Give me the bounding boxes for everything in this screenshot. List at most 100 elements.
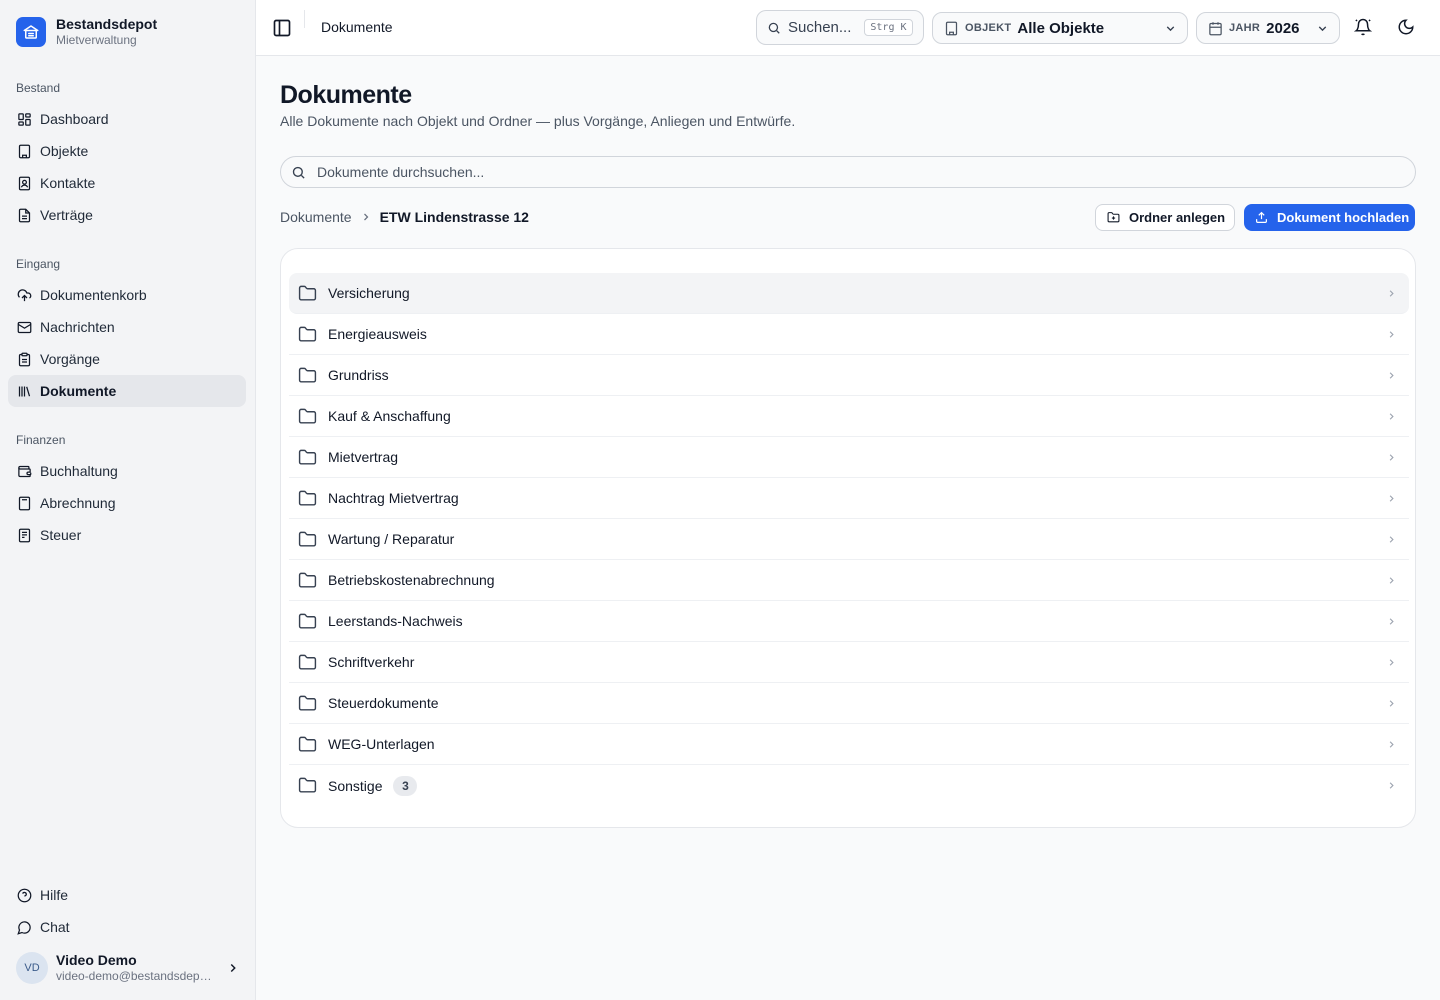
user-name: Video Demo	[56, 952, 137, 968]
folder-name: Schriftverkehr	[328, 654, 415, 670]
document-icon	[18, 208, 31, 222]
breadcrumb-current: ETW Lindenstrasse 12	[379, 209, 529, 225]
sidebar-item-label: Verträge	[40, 207, 93, 223]
folder-row[interactable]: Leerstands-Nachweis	[289, 601, 1409, 642]
folder-icon	[298, 572, 317, 588]
brand-title: Bestandsdepot	[56, 16, 158, 32]
folder-row[interactable]: Mietvertrag	[289, 437, 1409, 478]
chevron-right-icon	[363, 213, 368, 221]
search-icon	[768, 22, 780, 34]
global-search-button[interactable]: Suchen... Strg K	[756, 10, 924, 45]
folder-icon	[298, 613, 317, 629]
building-icon	[18, 144, 31, 158]
chevron-right-icon	[1389, 331, 1394, 338]
sidebar-item-label: Abrechnung	[40, 495, 116, 511]
folder-row[interactable]: Wartung / Reparatur	[289, 519, 1409, 560]
avatar: VD	[16, 952, 48, 984]
library-icon	[18, 386, 31, 396]
sidebar-item-vorgaenge[interactable]: Vorgänge	[8, 343, 246, 375]
breadcrumb-root-link[interactable]: Dokumente	[280, 209, 352, 225]
sidebar-item-dashboard[interactable]: Dashboard	[8, 103, 246, 135]
folder-icon	[298, 285, 317, 301]
folder-row[interactable]: Sonstige 3	[289, 765, 1409, 806]
folder-row[interactable]: Kauf & Anschaffung	[289, 396, 1409, 437]
folder-icon	[298, 367, 317, 383]
receipt-icon	[18, 528, 31, 542]
sidebar-item-label: Buchhaltung	[40, 463, 118, 479]
folder-icon	[298, 449, 317, 465]
cloud-upload-icon	[17, 288, 32, 301]
upload-document-button[interactable]: Dokument hochladen	[1244, 204, 1415, 231]
folder-name: Energieausweis	[328, 326, 427, 342]
sidebar-item-label: Kontakte	[40, 175, 96, 191]
year-filter-value: 2026	[1266, 19, 1300, 37]
calculator-icon	[18, 496, 31, 510]
sidebar-item-label: Vorgänge	[40, 351, 100, 367]
sidebar-item-dokumentenkorb[interactable]: Dokumentenkorb	[8, 279, 246, 311]
chevron-right-icon	[1389, 495, 1394, 502]
create-folder-button[interactable]: Ordner anlegen	[1095, 204, 1235, 231]
chevron-right-icon	[1389, 454, 1394, 461]
moon-icon[interactable]	[1397, 18, 1415, 36]
bell-icon[interactable]	[1354, 18, 1372, 36]
folder-list: Versicherung Energieausweis Grundriss Kauf …	[289, 273, 1409, 806]
sidebar-item-buchhaltung[interactable]: Buchhaltung	[8, 455, 246, 487]
folder-card: Versicherung Energieausweis Grundriss Kauf …	[280, 248, 1416, 828]
header-divider	[304, 10, 305, 28]
nav-group-bestand: Bestand	[16, 81, 61, 95]
chat-bubble-icon	[17, 920, 31, 935]
chevron-right-icon	[1389, 290, 1394, 297]
sidebar-item-hilfe[interactable]: Hilfe	[8, 879, 246, 911]
folder-row[interactable]: Steuerdokumente	[289, 683, 1409, 724]
breadcrumb: Dokumente ETW Lindenstrasse 12	[280, 209, 529, 225]
object-filter-value: Alle Objekte	[1017, 19, 1105, 37]
sidebar-item-vertraege[interactable]: Verträge	[8, 199, 246, 231]
folder-row[interactable]: Grundriss	[289, 355, 1409, 396]
user-menu[interactable]: VD Video Demo video-demo@bestandsdepot.d…	[16, 950, 240, 986]
folder-row[interactable]: Schriftverkehr	[289, 642, 1409, 683]
document-search-input[interactable]	[317, 157, 1397, 187]
year-filter-select[interactable]: JAHR 2026	[1196, 12, 1340, 44]
global-search-label: Suchen...	[788, 19, 852, 36]
upload-document-label: Dokument hochladen	[1277, 210, 1410, 225]
folder-name: Grundriss	[328, 367, 389, 383]
calendar-icon	[1209, 21, 1222, 35]
folder-row[interactable]: WEG-Unterlagen	[289, 724, 1409, 765]
folder-row[interactable]: Versicherung	[289, 273, 1409, 314]
folder-row[interactable]: Betriebskostenabrechnung	[289, 560, 1409, 601]
folder-row[interactable]: Nachtrag Mietvertrag	[289, 478, 1409, 519]
create-folder-label: Ordner anlegen	[1129, 210, 1226, 225]
top-header: Dokumente Suchen... Strg K OBJEKT Alle O…	[256, 0, 1440, 56]
folder-name: WEG-Unterlagen	[328, 736, 435, 752]
sidebar-item-nachrichten[interactable]: Nachrichten	[8, 311, 246, 343]
sidebar-toggle-icon[interactable]	[272, 18, 292, 38]
chevron-right-icon	[230, 963, 236, 973]
folder-name: Kauf & Anschaffung	[328, 408, 451, 424]
sidebar-item-kontakte[interactable]: Kontakte	[8, 167, 246, 199]
folder-icon	[298, 777, 317, 793]
sidebar-item-label: Dashboard	[40, 111, 109, 127]
folder-row[interactable]: Energieausweis	[289, 314, 1409, 355]
sidebar-item-label: Hilfe	[40, 887, 69, 903]
sidebar-item-objekte[interactable]: Objekte	[8, 135, 246, 167]
sidebar-item-steuer[interactable]: Steuer	[8, 519, 246, 551]
sidebar-item-chat[interactable]: Chat	[8, 911, 246, 943]
folder-plus-icon	[1107, 212, 1120, 223]
sidebar-item-label: Steuer	[40, 527, 82, 543]
user-email: video-demo@bestandsdepot.de	[56, 969, 212, 983]
folder-name: Betriebskostenabrechnung	[328, 572, 495, 588]
folder-icon	[298, 736, 317, 752]
nav-group-eingang: Eingang	[16, 257, 61, 271]
sidebar-item-abrechnung[interactable]: Abrechnung	[8, 487, 246, 519]
sidebar-item-dokumente[interactable]: Dokumente	[8, 375, 246, 407]
page-subtitle: Alle Dokumente nach Objekt und Ordner — …	[280, 113, 796, 129]
object-filter-label: OBJEKT	[965, 22, 1012, 34]
folder-icon	[298, 654, 317, 670]
brand[interactable]: Bestandsdepot Mietverwaltung	[16, 12, 157, 52]
chevron-right-icon	[1389, 372, 1394, 379]
brand-logo-icon	[16, 17, 46, 47]
chevron-down-icon	[1166, 26, 1175, 32]
clipboard-icon	[18, 352, 31, 366]
object-filter-select[interactable]: OBJEKT Alle Objekte	[932, 12, 1188, 44]
help-circle-icon	[17, 888, 32, 902]
